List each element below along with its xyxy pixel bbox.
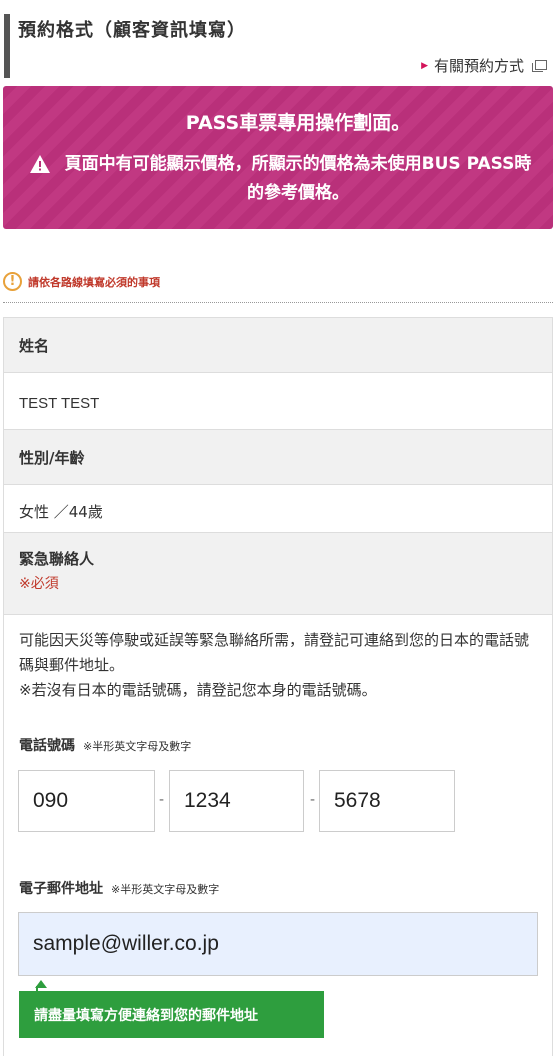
emergency-contact-label: 緊急聯絡人 — [19, 550, 95, 568]
email-note: ※半形英文字母及數字 — [111, 883, 220, 896]
banner-title: PASS車票專用操作劃面。 — [185, 112, 411, 134]
phone-input-area[interactable] — [18, 770, 155, 832]
title-accent-bar — [4, 14, 10, 78]
gender-age-label: 性別/年齡 — [19, 449, 85, 467]
email-tooltip: 請盡量填寫方便連絡到您的郵件地址 — [19, 991, 324, 1038]
required-mark: ※必須 — [19, 576, 59, 592]
name-row-header: 姓名 — [4, 318, 552, 373]
divider — [3, 302, 553, 303]
email-label: 電子郵件地址 — [19, 881, 103, 897]
customer-info-form: 姓名 TEST TEST 性別/年齡 女性 ／44歲 緊急聯絡人 ※必須 可能因… — [3, 317, 553, 1056]
warning-icon — [30, 155, 50, 173]
email-input[interactable] — [18, 912, 538, 976]
gender-age-row: 女性 ／44歲 — [4, 485, 552, 533]
phone-label-group: 電話號碼 ※半形英文字母及數字 — [19, 735, 191, 755]
phone-note: ※半形英文字母及數字 — [83, 740, 192, 753]
phone-label: 電話號碼 — [19, 738, 75, 754]
phone-separator-2: - — [310, 792, 316, 808]
reservation-help-link[interactable]: ▶ 有關預約方式 — [421, 55, 547, 76]
external-window-icon — [532, 59, 547, 72]
name-row: TEST TEST — [4, 373, 552, 430]
description-line-1: 可能因天災等停駛或延誤等緊急聯絡所需，請登記可連絡到您的日本的電話號碼與郵件地址… — [19, 631, 530, 674]
gender-age-row-header: 性別/年齡 — [4, 430, 552, 485]
name-label: 姓名 — [19, 337, 50, 355]
emergency-description: 可能因天災等停駛或延誤等緊急聯絡所需，請登記可連絡到您的日本的電話號碼與郵件地址… — [19, 628, 537, 703]
gender-age-value: 女性 ／44歲 — [19, 503, 103, 521]
page-header: 預約格式（顧客資訊填寫） ▶ 有關預約方式 — [0, 0, 556, 80]
phone-input-prefix[interactable] — [169, 770, 304, 832]
triangle-right-icon: ▶ — [421, 60, 428, 71]
exclamation-icon: ! — [3, 272, 22, 291]
phone-separator-1: - — [159, 792, 165, 808]
phone-input-line[interactable] — [319, 770, 455, 832]
email-label-group: 電子郵件地址 ※半形英文字母及數字 — [19, 878, 219, 898]
name-value: TEST TEST — [19, 395, 100, 412]
banner-message: 頁面中有可能顯示價格，所顯示的價格為未使用BUS PASS時的參考價格。 — [64, 154, 532, 203]
pass-ticket-banner: PASS車票專用操作劃面。 頁面中有可能顯示價格，所顯示的價格為未使用BUS P… — [3, 86, 553, 229]
page-title: 預約格式（顧客資訊填寫） — [18, 20, 246, 41]
help-link-label: 有關預約方式 — [433, 57, 524, 75]
notice-text: 請依各路線填寫必須的事項 — [28, 275, 160, 289]
description-line-2: ※若沒有日本的電話號碼，請登記您本身的電話號碼。 — [19, 681, 377, 699]
required-notice: ! 請依各路線填寫必須的事項 — [3, 272, 160, 291]
emergency-contact-row-header: 緊急聯絡人 ※必須 — [4, 533, 552, 615]
